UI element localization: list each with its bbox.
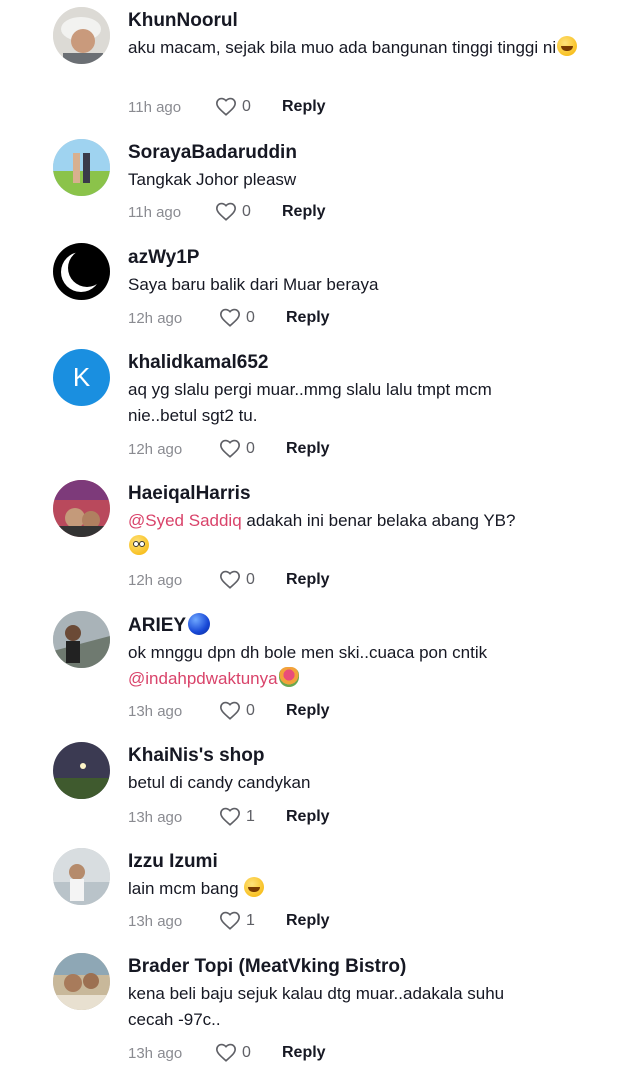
bouquet-emoji <box>278 667 299 687</box>
heart-icon <box>220 439 240 458</box>
user-avatar[interactable] <box>53 742 110 799</box>
reply-button[interactable]: Reply <box>286 702 330 720</box>
heart-icon <box>220 701 240 720</box>
like-count: 0 <box>246 702 255 719</box>
heart-icon <box>220 570 240 589</box>
comment-text: aq yg slalu pergi muar..mmg slalu lalu t… <box>128 380 492 425</box>
reply-button[interactable]: Reply <box>282 1044 326 1062</box>
reply-button[interactable]: Reply <box>286 912 330 930</box>
comment-time: 13h ago <box>128 808 183 826</box>
grinning-sweat-emoji <box>244 877 265 897</box>
comment-time: 13h ago <box>128 1044 183 1062</box>
heart-icon <box>216 202 236 221</box>
comment-time: 11h ago <box>128 98 182 116</box>
comment-username[interactable]: HaeiqalHarris <box>128 482 580 506</box>
reply-button[interactable]: Reply <box>286 808 330 826</box>
comment-text: @Syed Saddiq adakah ini benar belaka aba… <box>128 508 528 560</box>
comment-username[interactable]: Izzu Izumi <box>128 850 580 874</box>
user-avatar[interactable] <box>53 243 110 300</box>
user-avatar[interactable] <box>53 139 110 196</box>
user-avatar[interactable] <box>53 7 110 64</box>
comment-username[interactable]: khalidkamal652 <box>128 351 580 375</box>
like-count: 0 <box>242 203 251 220</box>
like-button[interactable]: 0 <box>219 569 286 591</box>
comment-username[interactable]: ARIEY <box>128 613 580 638</box>
comment-time: 13h ago <box>128 702 183 720</box>
avatar-letter: K <box>72 362 91 392</box>
heart-icon <box>220 911 240 930</box>
like-count: 0 <box>246 309 255 326</box>
mention-link[interactable]: @Syed Saddiq <box>128 511 242 530</box>
comment-text: ok mnggu dpn dh bole men ski..cuaca pon … <box>128 643 488 688</box>
mention-link[interactable]: @indahpdwaktunya <box>128 669 278 688</box>
heart-icon <box>220 308 240 327</box>
user-avatar[interactable] <box>53 480 110 537</box>
like-count: 1 <box>246 912 255 929</box>
comment-text: lain mcm bang <box>128 876 580 902</box>
comment-time: 13h ago <box>128 912 183 930</box>
blue-circle-emoji <box>188 613 211 635</box>
comment-text: Tangkak Johor pleasw <box>128 170 297 189</box>
like-count: 0 <box>242 98 251 115</box>
comment-username[interactable]: KhunNoorul <box>128 9 580 33</box>
comment-text: Saya baru balik dari Muar beraya <box>128 275 379 294</box>
flushed-emoji <box>129 535 149 555</box>
like-count: 0 <box>246 440 255 457</box>
reply-button[interactable]: Reply <box>286 309 330 327</box>
like-button[interactable]: 0 <box>219 438 286 460</box>
like-count: 0 <box>246 571 255 588</box>
comment-time: 11h ago <box>128 203 182 221</box>
like-count: 1 <box>246 808 255 825</box>
comment-time: 12h ago <box>128 571 183 589</box>
like-button[interactable]: 0 <box>215 1042 282 1064</box>
heart-icon <box>216 1043 236 1062</box>
comment-username[interactable]: azWy1P <box>128 246 580 270</box>
like-button[interactable]: 0 <box>215 96 282 118</box>
comment-text: kena beli baju sejuk kalau dtg muar..ada… <box>128 984 505 1029</box>
user-avatar[interactable] <box>53 611 110 668</box>
like-button[interactable]: 1 <box>219 806 286 828</box>
reply-button[interactable]: Reply <box>282 203 326 221</box>
comment-username[interactable]: KhaiNis's shop <box>128 744 580 768</box>
user-avatar[interactable]: K <box>53 349 110 406</box>
comment-username[interactable]: SorayaBadaruddin <box>128 141 580 165</box>
like-count: 0 <box>242 1044 251 1061</box>
heart-icon <box>220 807 240 826</box>
user-avatar[interactable] <box>53 848 110 905</box>
reply-button[interactable]: Reply <box>282 98 326 116</box>
like-button[interactable]: 1 <box>219 910 286 932</box>
comment-text: betul di candy candykan <box>128 773 311 792</box>
comment-time: 12h ago <box>128 440 183 458</box>
comment-username[interactable]: Brader Topi (MeatVking Bistro) <box>128 955 580 979</box>
like-button[interactable]: 0 <box>219 700 286 722</box>
reply-button[interactable]: Reply <box>286 571 330 589</box>
grinning-sweat-emoji <box>557 36 578 56</box>
comment-text: aku macam, sejak bila muo ada bangunan t… <box>128 35 580 61</box>
user-avatar[interactable] <box>53 953 110 1010</box>
like-button[interactable]: 0 <box>219 307 286 329</box>
reply-button[interactable]: Reply <box>286 440 330 458</box>
like-button[interactable]: 0 <box>215 201 282 223</box>
comment-time: 12h ago <box>128 309 183 327</box>
heart-icon <box>216 97 236 116</box>
